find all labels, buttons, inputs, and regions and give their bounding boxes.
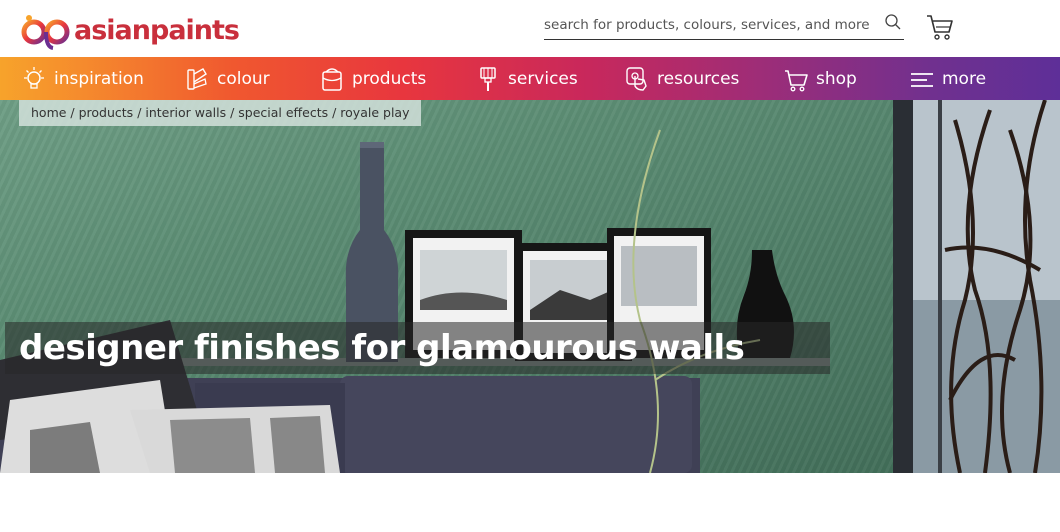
site-header: asianpaints bbox=[0, 0, 1060, 57]
nav-item-shop[interactable]: shop bbox=[784, 57, 857, 100]
nav-label: services bbox=[508, 68, 578, 89]
nav-label: colour bbox=[217, 68, 270, 89]
breadcrumb: home / products / interior walls / speci… bbox=[19, 100, 422, 126]
breadcrumb-interior-walls[interactable]: interior walls bbox=[145, 105, 226, 120]
breadcrumb-royale-play: royale play bbox=[340, 105, 410, 120]
paint-brush-icon bbox=[480, 66, 496, 91]
hero-scene-illustration bbox=[0, 100, 1060, 473]
paint-bucket-icon bbox=[322, 67, 342, 91]
search-bar bbox=[544, 12, 904, 40]
breadcrumb-special-effects[interactable]: special effects bbox=[238, 105, 328, 120]
lightbulb-icon bbox=[24, 66, 44, 89]
menu-icon bbox=[911, 72, 933, 87]
nav-item-more[interactable]: more bbox=[910, 57, 986, 100]
nav-label: shop bbox=[816, 68, 857, 89]
nav-label: resources bbox=[657, 68, 740, 89]
nav-label: more bbox=[942, 68, 987, 89]
nav-item-products[interactable]: products bbox=[320, 57, 426, 100]
breadcrumb-home[interactable]: home bbox=[31, 105, 66, 120]
nav-label: products bbox=[352, 68, 427, 89]
asianpaints-logo-icon bbox=[21, 15, 70, 50]
breadcrumb-products[interactable]: products bbox=[79, 105, 134, 120]
nav-label: inspiration bbox=[54, 68, 144, 89]
nav-item-inspiration[interactable]: inspiration bbox=[22, 57, 144, 100]
colour-fan-icon bbox=[187, 67, 207, 90]
hero-title: designer finishes for glamourous walls bbox=[19, 328, 745, 368]
touch-icon bbox=[626, 66, 647, 91]
search-icon[interactable] bbox=[884, 13, 902, 31]
nav-item-colour[interactable]: colour bbox=[185, 57, 270, 100]
brand-logo[interactable]: asianpaints bbox=[20, 12, 240, 50]
nav-item-services[interactable]: services bbox=[476, 57, 578, 100]
brand-name: asianpaints bbox=[74, 15, 240, 46]
hero-banner: home / products / interior walls / speci… bbox=[0, 100, 1060, 473]
nav-item-resources[interactable]: resources bbox=[625, 57, 739, 100]
main-nav: inspiration colour products services res… bbox=[0, 57, 1060, 100]
cart-icon[interactable] bbox=[926, 13, 954, 41]
shopping-cart-icon bbox=[785, 69, 808, 91]
breadcrumb-separator: / bbox=[70, 105, 79, 120]
search-input[interactable] bbox=[544, 12, 874, 38]
